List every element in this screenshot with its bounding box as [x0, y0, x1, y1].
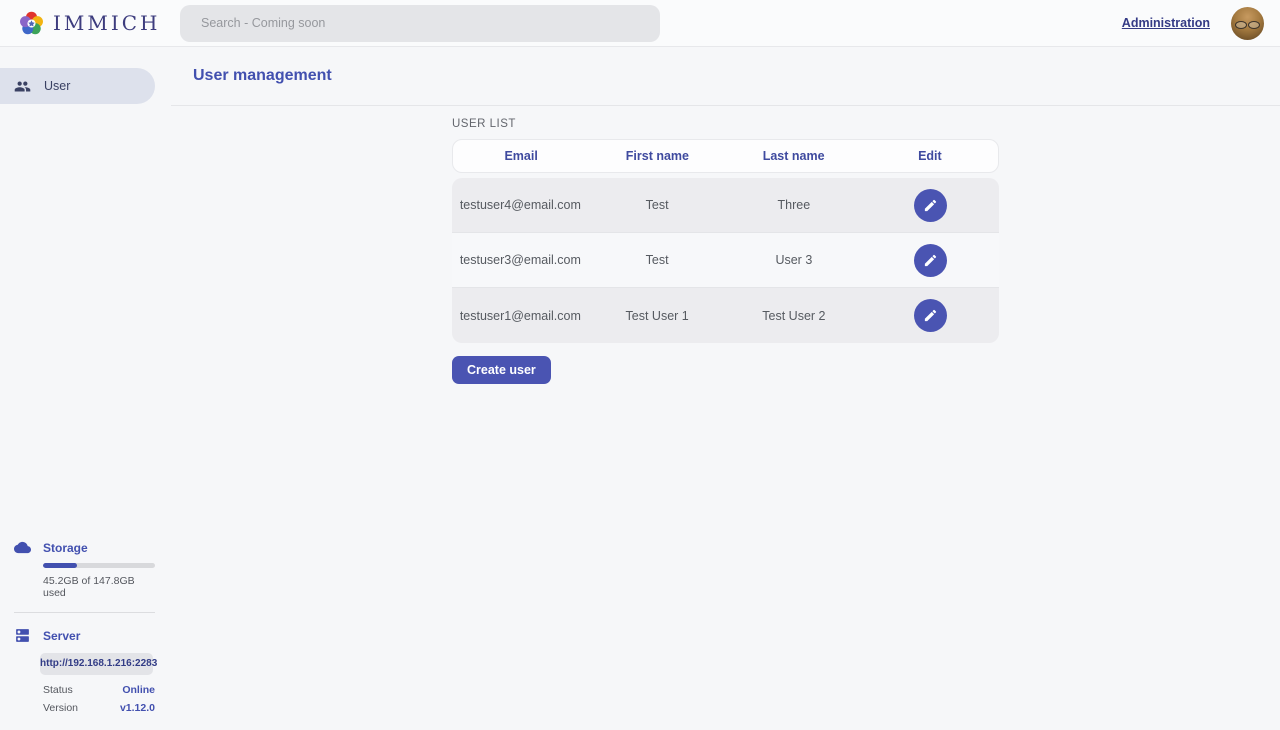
sidebar-item-user-label: User	[44, 79, 70, 93]
cell-first-name: Test	[589, 198, 726, 212]
table-row: testuser4@email.com Test Three	[452, 178, 999, 233]
column-header-last-name: Last name	[726, 149, 862, 163]
sidebar-divider	[14, 612, 155, 613]
user-table-header: Email First name Last name Edit	[452, 139, 999, 173]
cell-last-name: User 3	[726, 253, 863, 267]
table-row: testuser3@email.com Test User 3	[452, 233, 999, 288]
search-input[interactable]	[201, 16, 621, 30]
storage-progress-fill	[43, 563, 77, 568]
server-section-header: Server	[0, 627, 155, 644]
pencil-icon	[923, 253, 938, 268]
search-bar[interactable]	[180, 5, 660, 42]
user-table-body: testuser4@email.com Test Three testuser3…	[452, 178, 999, 343]
pencil-icon	[923, 198, 938, 213]
main-content: User management USER LIST Email First na…	[171, 47, 1280, 730]
administration-link[interactable]: Administration	[1122, 16, 1210, 30]
server-status-row: Status Online	[43, 684, 155, 696]
storage-progress-bar	[43, 563, 155, 568]
cell-first-name: Test User 1	[589, 309, 726, 323]
cell-email: testuser4@email.com	[452, 198, 589, 212]
sidebar: User Storage 45.2GB of 147.8GB used Serv…	[0, 47, 155, 730]
sidebar-item-user[interactable]: User	[0, 68, 155, 104]
edit-user-button[interactable]	[914, 189, 947, 222]
version-value: v1.12.0	[120, 702, 155, 714]
cell-last-name: Three	[726, 198, 863, 212]
storage-title: Storage	[43, 541, 88, 555]
status-badge: Online	[122, 684, 155, 696]
edit-user-button[interactable]	[914, 299, 947, 332]
app-logo[interactable]: IMMICH	[0, 10, 180, 37]
user-list-section: USER LIST Email First name Last name Edi…	[452, 118, 999, 384]
server-section: Server http://192.168.1.216:2283 Status …	[0, 627, 155, 714]
column-header-first-name: First name	[589, 149, 725, 163]
cloud-icon	[14, 539, 31, 556]
storage-section-header: Storage	[0, 539, 155, 556]
app-header: IMMICH Administration	[0, 0, 1280, 47]
sidebar-bottom: Storage 45.2GB of 147.8GB used Server ht…	[0, 539, 155, 730]
immich-flower-icon	[18, 10, 45, 37]
user-list-label: USER LIST	[452, 118, 999, 130]
server-title: Server	[43, 629, 80, 643]
user-avatar[interactable]	[1231, 7, 1264, 40]
edit-user-button[interactable]	[914, 244, 947, 277]
cell-first-name: Test	[589, 253, 726, 267]
page-title: User management	[193, 67, 332, 85]
create-user-button[interactable]: Create user	[452, 356, 551, 384]
cell-last-name: Test User 2	[726, 309, 863, 323]
server-url-chip[interactable]: http://192.168.1.216:2283	[40, 653, 153, 675]
users-icon	[14, 78, 31, 95]
pencil-icon	[923, 308, 938, 323]
server-icon	[14, 627, 31, 644]
storage-usage-text: 45.2GB of 147.8GB used	[43, 575, 155, 599]
cell-email: testuser1@email.com	[452, 309, 589, 323]
column-header-email: Email	[453, 149, 589, 163]
page-header: User management	[171, 47, 1280, 106]
version-label: Version	[43, 702, 78, 714]
table-row: testuser1@email.com Test User 1 Test Use…	[452, 288, 999, 343]
app-wordmark: IMMICH	[53, 11, 161, 35]
server-version-row: Version v1.12.0	[43, 702, 155, 714]
column-header-edit: Edit	[862, 149, 998, 163]
cell-email: testuser3@email.com	[452, 253, 589, 267]
status-label: Status	[43, 684, 73, 696]
